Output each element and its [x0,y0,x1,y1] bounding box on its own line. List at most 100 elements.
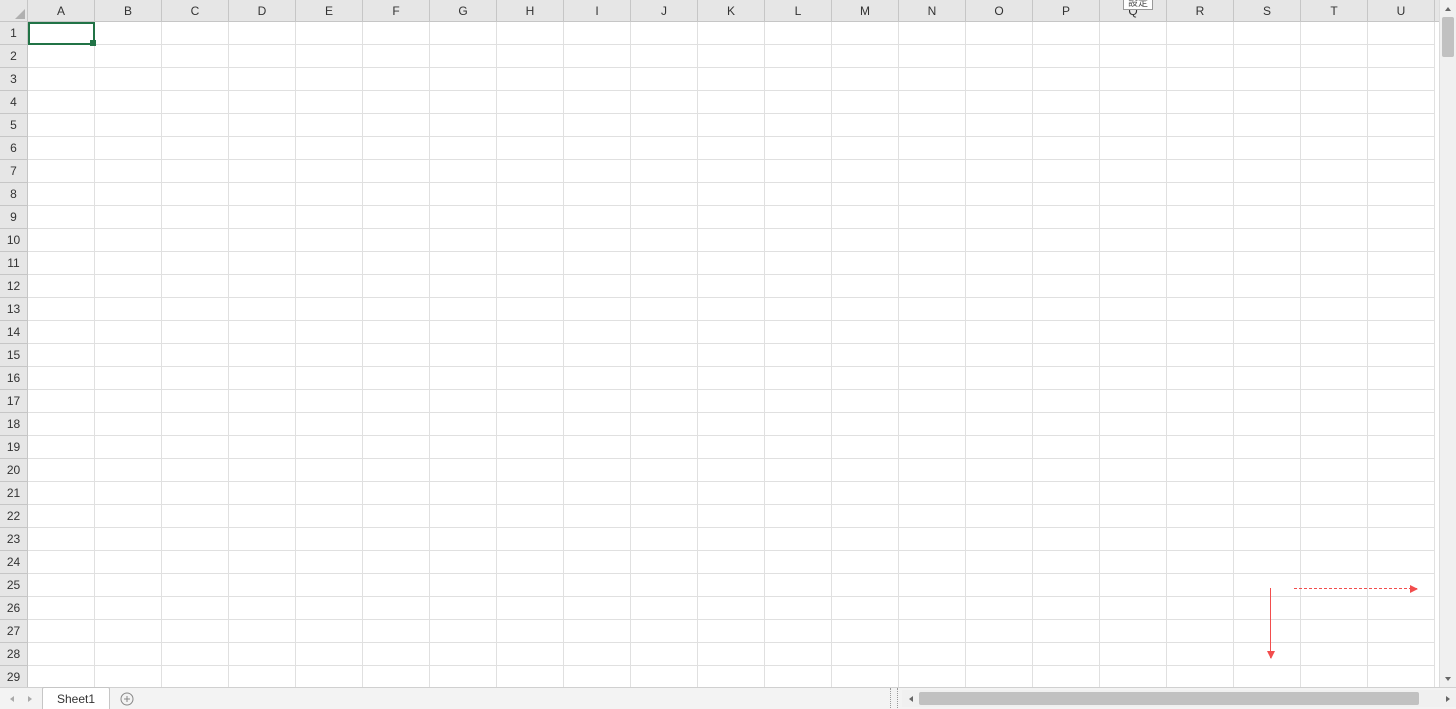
cell[interactable] [1301,413,1368,436]
cell[interactable] [765,528,832,551]
cell[interactable] [765,229,832,252]
cell[interactable] [497,367,564,390]
cell[interactable] [296,620,363,643]
cell[interactable] [1368,183,1435,206]
cell[interactable] [899,22,966,45]
cell[interactable] [1100,482,1167,505]
cell[interactable] [564,459,631,482]
cell[interactable] [1368,206,1435,229]
cell[interactable] [1100,252,1167,275]
cell[interactable] [296,321,363,344]
cell[interactable] [363,45,430,68]
cell[interactable] [1368,505,1435,528]
cell[interactable] [966,91,1033,114]
cell[interactable] [95,574,162,597]
sheet-tab-active[interactable]: Sheet1 [42,687,110,709]
row-header[interactable]: 28 [0,643,27,666]
cell[interactable] [363,22,430,45]
cell[interactable] [229,298,296,321]
cell[interactable] [899,137,966,160]
cell[interactable] [765,183,832,206]
cell[interactable] [497,551,564,574]
column-header[interactable]: I [564,0,631,22]
cell[interactable] [765,459,832,482]
cell[interactable] [162,275,229,298]
column-header[interactable]: N [899,0,966,22]
cell[interactable] [966,551,1033,574]
cell[interactable] [497,275,564,298]
cell[interactable] [966,528,1033,551]
cell[interactable] [765,505,832,528]
row-header[interactable]: 18 [0,413,27,436]
cell[interactable] [765,436,832,459]
cell[interactable] [1301,620,1368,643]
cell[interactable] [899,229,966,252]
scroll-splitter[interactable] [890,688,898,709]
cell[interactable] [1301,344,1368,367]
cell[interactable] [296,482,363,505]
cell[interactable] [430,160,497,183]
cell[interactable] [95,229,162,252]
row-header[interactable]: 14 [0,321,27,344]
cell[interactable] [631,643,698,666]
cell[interactable] [95,68,162,91]
row-header[interactable]: 16 [0,367,27,390]
cell[interactable] [899,91,966,114]
cell[interactable] [1234,528,1301,551]
row-header[interactable]: 27 [0,620,27,643]
cell[interactable] [966,367,1033,390]
cell[interactable] [832,666,899,687]
cell[interactable] [28,413,95,436]
cell[interactable] [966,620,1033,643]
cell[interactable] [162,344,229,367]
cell[interactable] [1301,229,1368,252]
cell[interactable] [631,390,698,413]
cell[interactable] [698,45,765,68]
cell[interactable] [966,344,1033,367]
cell[interactable] [95,390,162,413]
cell[interactable] [296,390,363,413]
cell[interactable] [899,436,966,459]
cell[interactable] [1033,229,1100,252]
cell[interactable] [631,436,698,459]
cell[interactable] [564,229,631,252]
cell[interactable] [1234,91,1301,114]
row-header[interactable]: 2 [0,45,27,68]
cell[interactable] [1033,413,1100,436]
cell[interactable] [765,367,832,390]
cell[interactable] [229,643,296,666]
cell[interactable] [363,275,430,298]
cell[interactable] [430,68,497,91]
cell[interactable] [1167,413,1234,436]
scroll-right-button[interactable] [1439,690,1456,707]
cell[interactable] [631,68,698,91]
vertical-scroll-track[interactable] [1442,17,1454,670]
cell[interactable] [1368,252,1435,275]
cell[interactable] [162,666,229,687]
cell[interactable] [430,298,497,321]
cell[interactable] [765,275,832,298]
cell[interactable] [430,505,497,528]
cell[interactable] [1234,298,1301,321]
cell[interactable] [430,574,497,597]
cell[interactable] [1033,206,1100,229]
cell[interactable] [1167,482,1234,505]
cell[interactable] [631,551,698,574]
cell[interactable] [296,183,363,206]
cell[interactable] [229,275,296,298]
cell[interactable] [698,298,765,321]
cell[interactable] [1100,344,1167,367]
cell[interactable] [966,275,1033,298]
cell[interactable] [765,137,832,160]
cell[interactable] [899,528,966,551]
cell[interactable] [698,574,765,597]
column-header[interactable]: D [229,0,296,22]
cell[interactable] [28,344,95,367]
column-header[interactable]: U [1368,0,1435,22]
cell[interactable] [430,252,497,275]
cell[interactable] [832,344,899,367]
cell[interactable] [28,666,95,687]
cell[interactable] [363,206,430,229]
cell[interactable] [631,229,698,252]
cell[interactable] [430,367,497,390]
